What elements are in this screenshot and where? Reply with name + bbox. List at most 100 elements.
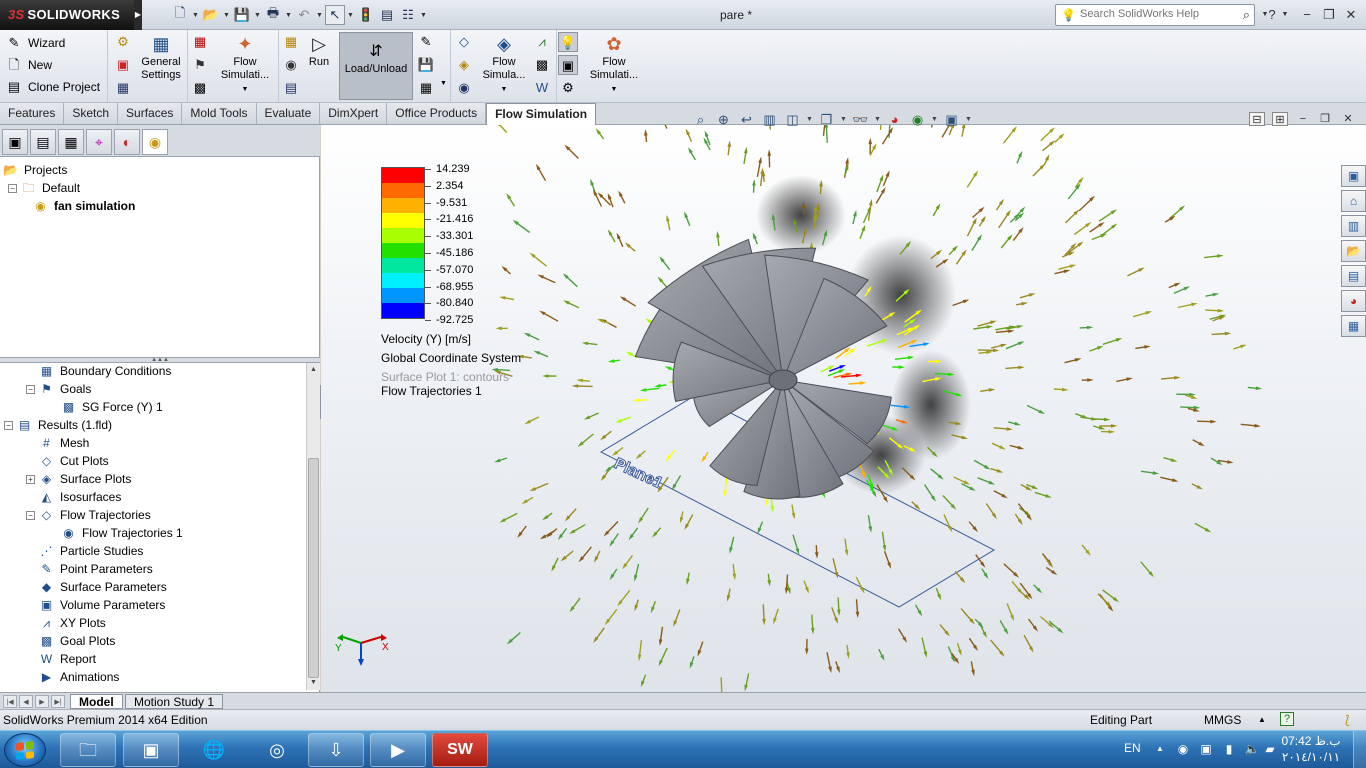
component-control-icon[interactable]: ⚙ bbox=[558, 78, 578, 98]
zoom-to-area-icon[interactable]: ⊕ bbox=[714, 110, 733, 129]
calculation-control-icon[interactable]: ▦ bbox=[281, 32, 301, 52]
display-style-dropdown-icon[interactable]: ▼ bbox=[840, 116, 847, 123]
tree-item-point-parameters[interactable]: ✎ Point Parameters bbox=[4, 560, 183, 578]
flow-sim-3-dropdown-icon[interactable]: ▼ bbox=[611, 86, 618, 93]
network-signal-icon[interactable]: ▮ bbox=[1221, 741, 1237, 757]
surface-plot-icon[interactable]: ◈ bbox=[454, 55, 474, 75]
language-indicator[interactable]: EN bbox=[1124, 741, 1141, 755]
computational-domain-icon[interactable]: ▣ bbox=[113, 55, 133, 75]
tree-item-goal-plots[interactable]: ▩ Goal Plots bbox=[4, 632, 183, 650]
collapse-toggle-icon[interactable]: − bbox=[8, 183, 17, 193]
network-bars-icon[interactable]: ▰ bbox=[1262, 741, 1278, 757]
save-dropdown-icon[interactable]: ▼ bbox=[253, 5, 262, 25]
print-icon[interactable]: 🖶 bbox=[263, 5, 283, 25]
tray-app-icon[interactable]: ◉ bbox=[1175, 741, 1191, 757]
probe-icon[interactable]: ✎ bbox=[416, 32, 436, 52]
cut-plot-icon[interactable]: ◇ bbox=[454, 32, 474, 52]
flow-simulation-plots-button[interactable]: ◈ Flow Simula... ▼ bbox=[478, 32, 530, 96]
collapse-toggle-icon[interactable]: − bbox=[4, 420, 13, 430]
load-unload-button[interactable]: ⇵ Load/Unload bbox=[339, 32, 413, 100]
quick-tips-icon[interactable]: ? bbox=[1280, 712, 1294, 726]
flow-simulation-tools-button[interactable]: ✿ Flow Simulati... ▼ bbox=[585, 32, 643, 96]
tab-features[interactable]: Features bbox=[0, 103, 65, 124]
wizard-button[interactable]: ✎ Wizard bbox=[0, 32, 107, 54]
report-icon[interactable]: W bbox=[532, 78, 552, 98]
tree-item-fan-simulation[interactable]: ◉ fan simulation bbox=[2, 197, 135, 215]
scroll-down-icon[interactable]: ▼ bbox=[307, 676, 320, 689]
prev-tab-icon[interactable]: ◀ bbox=[19, 695, 33, 708]
tree-item-mesh[interactable]: # Mesh bbox=[4, 434, 183, 452]
expand-toggle-icon[interactable]: + bbox=[26, 474, 35, 484]
undo-dropdown-icon[interactable]: ▼ bbox=[315, 5, 324, 25]
configuration-manager-tab-icon[interactable]: ▦ bbox=[58, 129, 84, 155]
chrome-taskbar-icon[interactable]: ◎ bbox=[249, 733, 305, 767]
tree-item-surface-plots[interactable]: + ◈ Surface Plots bbox=[4, 470, 183, 488]
media-player-taskbar-icon[interactable]: ▶ bbox=[370, 733, 426, 767]
tree-item-volume-parameters[interactable]: ▣ Volume Parameters bbox=[4, 596, 183, 614]
property-manager-tab-icon[interactable]: ▤ bbox=[30, 129, 56, 155]
dimxpert-manager-tab-icon[interactable]: ⌖ bbox=[86, 129, 112, 155]
edit-appearance-icon[interactable]: ◕ bbox=[885, 110, 904, 129]
clock[interactable]: 07:42 ب.ظ ٢٠١٤/١٠/١١ bbox=[1280, 733, 1342, 765]
units-selector[interactable]: MMGS bbox=[1204, 710, 1241, 730]
flow-simulation-insert-button[interactable]: ✦ Flow Simulati... ▼ bbox=[214, 32, 276, 96]
tray-device-icon[interactable]: ▣ bbox=[1198, 741, 1214, 757]
tab-model[interactable]: Model bbox=[70, 694, 123, 709]
graphics-area[interactable]: Plane1 X Y bbox=[321, 125, 1366, 692]
tree-item-sg-force-y-1[interactable]: ▩ SG Force (Y) 1 bbox=[4, 398, 183, 416]
hide-show-items-icon[interactable]: 👓 bbox=[851, 110, 870, 129]
help-icon[interactable]: ? bbox=[1263, 6, 1281, 24]
view-orientation-dropdown-icon[interactable]: ▼ bbox=[806, 116, 813, 123]
tab-dimxpert[interactable]: DimXpert bbox=[320, 103, 388, 124]
lightbulb-icon[interactable]: 💡 bbox=[558, 32, 578, 52]
help-search-box[interactable]: 💡 ⌕ bbox=[1055, 4, 1255, 26]
appearances-icon[interactable]: ◕ bbox=[1341, 290, 1366, 312]
tree-item-projects[interactable]: 📂 Projects bbox=[2, 161, 135, 179]
results-options-icon[interactable]: ▦ bbox=[416, 78, 436, 98]
isosurface-icon[interactable]: ◉ bbox=[454, 78, 474, 98]
mesh-settings-icon[interactable]: ▦ bbox=[113, 78, 133, 98]
undo-icon[interactable]: ↶ bbox=[294, 5, 314, 25]
feature-manager-tab-icon[interactable]: ▣ bbox=[2, 129, 28, 155]
tab-mold-tools[interactable]: Mold Tools bbox=[182, 103, 257, 124]
tab-sketch[interactable]: Sketch bbox=[64, 103, 119, 124]
general-settings-button[interactable]: ▦ General Settings bbox=[137, 32, 185, 82]
home-icon[interactable]: ⌂ bbox=[1341, 190, 1366, 212]
select-dropdown-icon[interactable]: ▼ bbox=[346, 5, 355, 25]
view-palette-icon[interactable]: ▤ bbox=[1341, 265, 1366, 287]
rebuild-traffic-light-icon[interactable]: 🚦 bbox=[356, 5, 376, 25]
tree-item-animations[interactable]: ▶ Animations bbox=[4, 668, 183, 686]
collapse-toggle-icon[interactable]: − bbox=[26, 510, 35, 520]
scroll-thumb[interactable] bbox=[308, 458, 319, 678]
resize-grip-icon[interactable]: ⟅ bbox=[1345, 710, 1350, 730]
apply-scene-icon[interactable]: ◉ bbox=[908, 110, 927, 129]
search-magnifier-icon[interactable]: ⌕ bbox=[1243, 7, 1250, 23]
zoom-to-fit-icon[interactable]: ⌕ bbox=[691, 110, 710, 129]
clone-project-button[interactable]: ▤ Clone Project bbox=[0, 76, 107, 98]
fan-model[interactable] bbox=[634, 238, 892, 500]
close-window-icon[interactable]: ✕ bbox=[1342, 6, 1360, 24]
help-dropdown-icon[interactable]: ▼ bbox=[1280, 6, 1290, 24]
solidworks-logo[interactable]: 3S SOLIDWORKS bbox=[0, 0, 134, 30]
save-icon[interactable]: 💾 bbox=[232, 5, 252, 25]
custom-properties-icon[interactable]: ▦ bbox=[1341, 315, 1366, 337]
print-dropdown-icon[interactable]: ▼ bbox=[284, 5, 293, 25]
new-dropdown-icon[interactable]: ▼ bbox=[191, 5, 200, 25]
file-properties-icon[interactable]: ▤ bbox=[377, 5, 397, 25]
menu-expand-arrow-icon[interactable]: ▶ bbox=[134, 0, 142, 30]
doc-restore-icon[interactable]: ❐ bbox=[1317, 112, 1333, 126]
first-tab-icon[interactable]: |◀ bbox=[3, 695, 17, 708]
open-dropdown-icon[interactable]: ▼ bbox=[222, 5, 231, 25]
flow-simulation-analysis-tree-tab-icon[interactable]: ◉ bbox=[142, 129, 168, 155]
collapse-toggle-icon[interactable]: − bbox=[26, 384, 35, 394]
tree-item-report[interactable]: W Report bbox=[4, 650, 183, 668]
tree-item-isosurfaces[interactable]: ◭ Isosurfaces bbox=[4, 488, 183, 506]
next-tab-icon[interactable]: ▶ bbox=[35, 695, 49, 708]
display-style-icon[interactable]: ❒ bbox=[817, 110, 836, 129]
solver-monitor-icon[interactable]: ◉ bbox=[281, 55, 301, 75]
save-results-icon[interactable]: 💾 bbox=[416, 55, 436, 75]
viewport-tile-icon[interactable]: ⊞ bbox=[1272, 112, 1288, 126]
start-button[interactable] bbox=[4, 733, 46, 767]
help-search-input[interactable] bbox=[1080, 8, 1230, 20]
flow-sim-1-dropdown-icon[interactable]: ▼ bbox=[242, 86, 249, 93]
